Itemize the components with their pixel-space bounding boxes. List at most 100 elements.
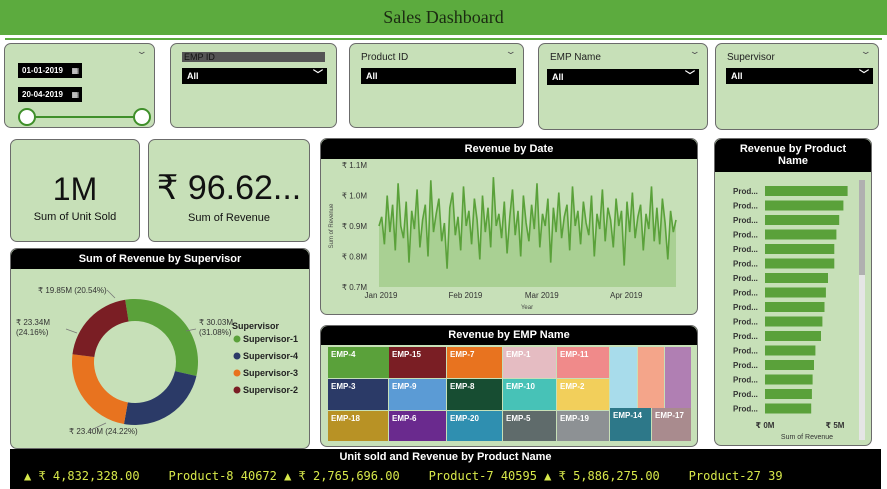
donut-data-label: (31.08%) [199, 328, 232, 337]
legend-item[interactable]: Supervisor-2 [243, 385, 298, 395]
product-bar[interactable] [765, 215, 840, 225]
legend-item[interactable]: Supervisor-1 [243, 334, 298, 344]
product-chart-scrollbar[interactable] [859, 180, 865, 440]
product-bar[interactable] [765, 302, 825, 312]
product-ticker: Unit sold and Revenue by Product Name ▲ … [10, 449, 881, 489]
bar-category-label: Prod... [733, 390, 758, 399]
revenue-by-supervisor-chart[interactable]: Sum of Revenue by Supervisor ₹ 30.03M (31… [10, 248, 310, 449]
y-tick-label: ₹ 0.8M [342, 253, 367, 262]
treemap-cell[interactable]: EMP-1 [503, 347, 556, 378]
treemap-cell[interactable]: EMP-8 [447, 379, 502, 410]
donut-slice[interactable] [125, 299, 199, 377]
bar-category-label: Prod... [733, 187, 758, 196]
legend-item[interactable]: Supervisor-3 [243, 368, 298, 378]
treemap-cell[interactable] [665, 347, 691, 408]
kpi-label: Sum of Unit Sold [33, 211, 117, 223]
product-bar[interactable] [765, 331, 821, 341]
legend-marker[interactable] [233, 335, 241, 343]
y-tick-label: ₹ 0.9M [342, 222, 367, 231]
product-bar[interactable] [765, 273, 828, 283]
legend-marker[interactable] [233, 352, 241, 360]
bar-category-label: Prod... [733, 202, 758, 211]
chevron-down-icon[interactable]: ⌄ [505, 46, 517, 57]
treemap-cell[interactable]: EMP-3 [328, 379, 388, 410]
chevron-down-icon[interactable]: ﹀ [313, 68, 323, 84]
product-bar[interactable] [765, 316, 823, 327]
treemap-cell[interactable]: EMP-15 [389, 347, 446, 378]
page-title: Sales Dashboard [383, 7, 504, 27]
chevron-down-icon[interactable]: ⌄ [860, 46, 872, 57]
revenue-by-emp-treemap[interactable]: Revenue by EMP Name EMP-4 EMP-15 EMP-7 EMP-… [320, 325, 698, 447]
revenue-by-date-chart[interactable]: Revenue by Date ₹ 1.1M ₹ 1.0M ₹ 0.9M ₹ 0.8M… [320, 138, 698, 315]
line-chart-svg[interactable]: ₹ 1.1M ₹ 1.0M ₹ 0.9M ₹ 0.8M ₹ 0.7M Sum of Rev… [321, 139, 699, 316]
supervisor-slicer[interactable]: ⌄ Supervisor All ﹀ [715, 43, 879, 130]
treemap-cell[interactable]: EMP-11 [557, 347, 609, 378]
donut-data-label: (24.16%) [16, 328, 49, 337]
donut-chart-svg[interactable]: ₹ 30.03M(31.08%) ₹ 23.40M (24.22%) ₹ 23.34… [11, 249, 311, 450]
treemap-cell[interactable]: EMP-18 [328, 411, 388, 441]
bar-category-label: Prod... [733, 332, 758, 341]
product-bar[interactable] [765, 186, 848, 196]
donut-slice[interactable] [72, 299, 129, 357]
donut-slice[interactable] [72, 354, 128, 425]
product-bar[interactable] [765, 403, 812, 414]
product-bar[interactable] [765, 258, 835, 269]
revenue-by-product-chart[interactable]: Revenue by Product Name Prod... Prod... Pr… [714, 138, 872, 446]
product-bar[interactable] [765, 345, 816, 356]
treemap-cell[interactable] [638, 347, 664, 408]
product-bar[interactable] [765, 244, 835, 254]
x-tick-label: ₹ 0M [756, 421, 775, 430]
bar-category-label: Prod... [733, 376, 758, 385]
chevron-down-icon[interactable]: ⌄ [689, 46, 701, 57]
product-bar[interactable] [765, 360, 814, 370]
treemap-cell[interactable]: EMP-2 [557, 379, 609, 410]
product-id-dropdown[interactable]: All [361, 68, 516, 84]
treemap-cell[interactable]: EMP-7 [447, 347, 502, 378]
treemap-cell[interactable]: EMP-19 [557, 411, 609, 441]
donut-data-label: ₹ 19.85M (20.54%) [38, 286, 107, 295]
product-bar[interactable] [765, 200, 844, 211]
treemap-cell[interactable]: EMP-6 [389, 411, 446, 441]
emp-name-slicer[interactable]: ⌄ EMP Name All ﹀ [538, 43, 708, 130]
treemap-cell[interactable]: EMP-4 [328, 347, 389, 378]
donut-slice[interactable] [123, 371, 197, 425]
x-axis-label: Year [521, 305, 533, 311]
chevron-down-icon[interactable]: ﹀ [685, 69, 695, 85]
bar-category-label: Prod... [733, 245, 758, 254]
product-bar[interactable] [765, 287, 826, 298]
supervisor-dropdown[interactable]: All ﹀ [726, 68, 873, 84]
slider-start-handle[interactable] [18, 108, 36, 126]
legend-marker[interactable] [233, 369, 241, 377]
date-slicer[interactable]: ⌄ 01-01-2019 ▦ 20-04-2019 ▦ [4, 43, 155, 128]
bar-category-label: Prod... [733, 260, 758, 269]
dashboard-title-bar: Sales Dashboard [0, 0, 887, 35]
scrollbar-thumb[interactable] [859, 180, 865, 275]
legend-item[interactable]: Supervisor-4 [243, 351, 298, 361]
product-bar[interactable] [765, 389, 812, 399]
treemap-cell[interactable] [610, 347, 637, 408]
slicer-title: EMP ID [182, 52, 325, 62]
legend-marker[interactable] [233, 386, 241, 394]
emp-id-dropdown[interactable]: All ﹀ [182, 68, 327, 84]
date-range-slider[interactable] [5, 44, 156, 129]
treemap-cell[interactable]: EMP-17 [652, 408, 691, 441]
x-tick-label: Apr 2019 [610, 291, 643, 300]
bar-category-label: Prod... [733, 405, 758, 414]
ticker-title: Unit sold and Revenue by Product Name [339, 451, 552, 463]
treemap-cell[interactable]: EMP-20 [447, 411, 502, 441]
bar-category-label: Prod... [733, 318, 758, 327]
treemap-cell[interactable]: EMP-5 [503, 411, 556, 441]
product-bar[interactable] [765, 374, 813, 385]
y-tick-label: ₹ 1.0M [342, 192, 367, 201]
chevron-down-icon[interactable]: ﹀ [859, 68, 869, 84]
emp-name-dropdown[interactable]: All ﹀ [547, 69, 699, 85]
treemap-cell[interactable]: EMP-14 [610, 408, 651, 441]
product-id-slicer[interactable]: ⌄ Product ID All [349, 43, 524, 128]
treemap-cell[interactable]: EMP-9 [389, 379, 446, 410]
product-bar[interactable] [765, 229, 837, 240]
bar-chart-svg[interactable]: Prod... Prod... Prod... Prod... Prod... Prod.… [715, 139, 873, 447]
slider-end-handle[interactable] [133, 108, 151, 126]
treemap-cell[interactable]: EMP-10 [503, 379, 556, 410]
emp-id-slicer[interactable]: EMP ID All ﹀ [170, 43, 337, 128]
ticker-text: ▲ ₹ 4,832,328.00 Product-8 40672 ▲ ₹ 2,7… [24, 469, 783, 483]
